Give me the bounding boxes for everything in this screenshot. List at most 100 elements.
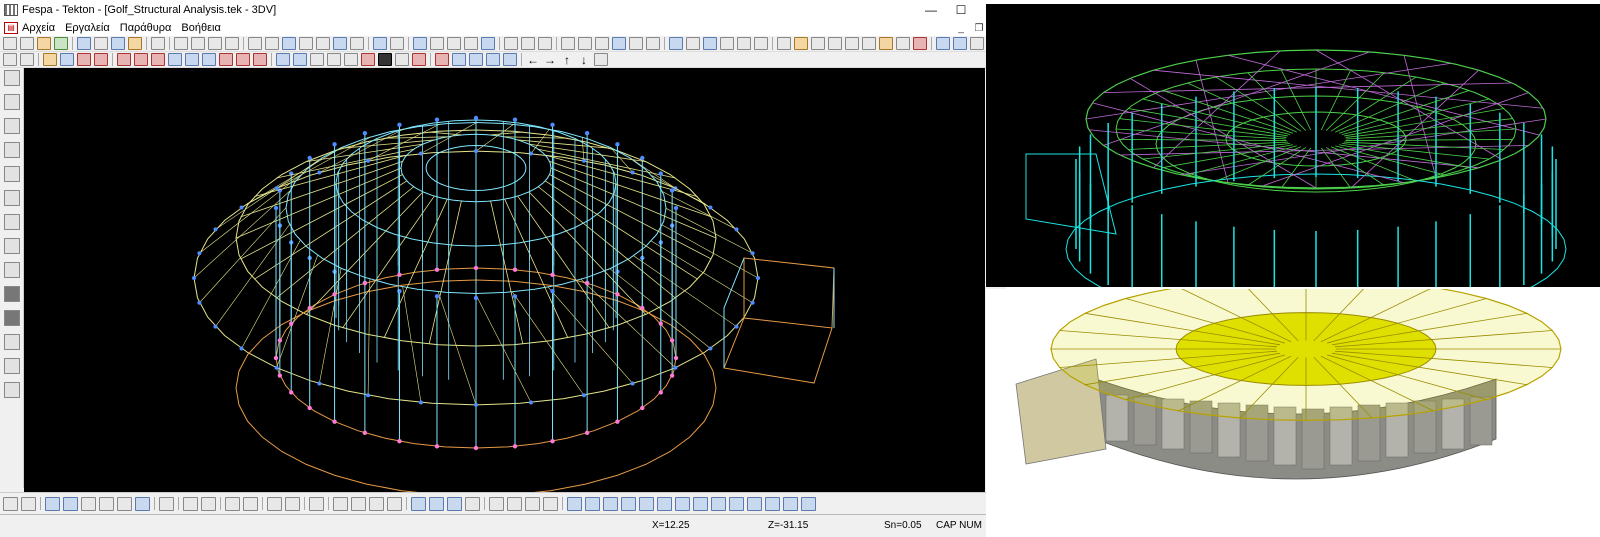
toolbar-button-bottomtools-6[interactable]	[99, 496, 114, 511]
toolbar-button-toolbar1-54[interactable]	[811, 37, 825, 50]
left-tool-button-11[interactable]	[3, 334, 20, 350]
toolbar-button-toolbar1-25[interactable]	[373, 37, 387, 50]
left-tool-button-10[interactable]	[3, 310, 20, 326]
arrow-right-icon[interactable]: →	[543, 53, 557, 67]
toolbar-button-toolbar1-55[interactable]	[828, 37, 842, 50]
toolbar-button-toolbar2-29[interactable]	[452, 53, 466, 66]
left-tool-button-1[interactable]	[3, 94, 20, 110]
toolbar-button-toolbar1-8[interactable]	[128, 37, 142, 50]
toolbar-button-toolbar1-57[interactable]	[862, 37, 876, 50]
toolbar-button-toolbar1-60[interactable]	[913, 37, 927, 50]
toolbar-button-toolbar2-30[interactable]	[469, 53, 483, 66]
toolbar-button-bottomtools-42[interactable]	[639, 496, 654, 511]
toolbar-button-toolbar2-5[interactable]	[77, 53, 91, 66]
toolbar-button-toolbar1-12[interactable]	[174, 37, 188, 50]
toolbar-button-bottomtools-13[interactable]	[201, 496, 216, 511]
toolbar-button-bottomtools-26[interactable]	[387, 496, 402, 511]
toolbar-button-bottomtools-24[interactable]	[351, 496, 366, 511]
toolbar-button-bottomtools-38[interactable]	[567, 496, 582, 511]
toolbar-button-toolbar1-64[interactable]	[970, 37, 984, 50]
left-tool-button-4[interactable]	[3, 166, 20, 182]
toolbar-button-toolbar1-40[interactable]	[595, 37, 609, 50]
arrow-down-icon[interactable]: ↓	[577, 53, 591, 67]
toolbar-button-bottomtools-7[interactable]	[117, 496, 132, 511]
toolbar-button-bottomtools-49[interactable]	[765, 496, 780, 511]
toolbar-button-toolbar1-26[interactable]	[390, 37, 404, 50]
toolbar-button-toolbar1-43[interactable]	[646, 37, 660, 50]
toolbar-button-toolbar1-20[interactable]	[299, 37, 313, 50]
toolbar-button-bottomtools-43[interactable]	[657, 496, 672, 511]
toolbar-button-toolbar1-2[interactable]	[37, 37, 51, 50]
toolbar-button-bottomtools-18[interactable]	[267, 496, 282, 511]
toolbar-button-bottomtools-47[interactable]	[729, 496, 744, 511]
toolbar-button-toolbar2-4[interactable]	[60, 53, 74, 66]
toolbar-button-toolbar1-49[interactable]	[737, 37, 751, 50]
menu-help[interactable]: Βοήθεια	[181, 22, 220, 34]
toolbar-button-toolbar1-6[interactable]	[94, 37, 108, 50]
arrow-up-icon[interactable]: ↑	[560, 53, 574, 67]
toolbar-button-bottomtools-29[interactable]	[429, 496, 444, 511]
toolbar-button-bottomtools-25[interactable]	[369, 496, 384, 511]
toolbar-button-toolbar1-3[interactable]	[54, 37, 68, 50]
toolbar-button-bottomtools-10[interactable]	[159, 496, 174, 511]
pan-tool-button[interactable]	[594, 53, 608, 66]
toolbar-button-toolbar1-46[interactable]	[686, 37, 700, 50]
toolbar-button-bottomtools-40[interactable]	[603, 496, 618, 511]
toolbar-button-toolbar1-53[interactable]	[794, 37, 808, 50]
toolbar-button-toolbar2-19[interactable]	[293, 53, 307, 66]
toolbar-button-toolbar2-13[interactable]	[202, 53, 216, 66]
toolbar-button-bottomtools-44[interactable]	[675, 496, 690, 511]
toolbar-button-toolbar1-48[interactable]	[720, 37, 734, 50]
left-tool-button-6[interactable]	[3, 214, 20, 230]
toolbar-button-toolbar1-18[interactable]	[265, 37, 279, 50]
toolbar-button-bottomtools-51[interactable]	[801, 496, 816, 511]
toolbar-button-toolbar2-10[interactable]	[151, 53, 165, 66]
toolbar-button-toolbar1-39[interactable]	[578, 37, 592, 50]
toolbar-button-bottomtools-36[interactable]	[543, 496, 558, 511]
toolbar-button-toolbar2-25[interactable]	[395, 53, 409, 66]
toolbar-button-bottomtools-21[interactable]	[309, 496, 324, 511]
toolbar-button-bottomtools-41[interactable]	[621, 496, 636, 511]
toolbar-button-bottomtools-31[interactable]	[465, 496, 480, 511]
toolbar-button-toolbar2-32[interactable]	[503, 53, 517, 66]
toolbar-button-toolbar1-56[interactable]	[845, 37, 859, 50]
toolbar-button-toolbar2-28[interactable]	[435, 53, 449, 66]
toolbar-button-bottomtools-23[interactable]	[333, 496, 348, 511]
toolbar-button-bottomtools-50[interactable]	[783, 496, 798, 511]
toolbar-button-bottomtools-1[interactable]	[21, 496, 36, 511]
left-tool-button-8[interactable]	[3, 262, 20, 278]
toolbar-button-toolbar2-6[interactable]	[94, 53, 108, 66]
toolbar-button-toolbar1-30[interactable]	[447, 37, 461, 50]
toolbar-button-toolbar2-11[interactable]	[168, 53, 182, 66]
toolbar-button-bottomtools-15[interactable]	[225, 496, 240, 511]
toolbar-button-bottomtools-48[interactable]	[747, 496, 762, 511]
toolbar-button-toolbar1-21[interactable]	[316, 37, 330, 50]
3d-wireframe-viewport[interactable]	[24, 68, 985, 492]
toolbar-button-toolbar1-32[interactable]	[481, 37, 495, 50]
left-tool-button-12[interactable]	[3, 358, 20, 374]
toolbar-button-toolbar2-20[interactable]	[310, 53, 324, 66]
toolbar-button-toolbar2-14[interactable]	[219, 53, 233, 66]
toolbar-button-toolbar1-34[interactable]	[504, 37, 518, 50]
toolbar-button-toolbar2-15[interactable]	[236, 53, 250, 66]
toolbar-button-toolbar2-16[interactable]	[253, 53, 267, 66]
toolbar-button-toolbar1-5[interactable]	[77, 37, 91, 50]
toolbar-button-toolbar1-58[interactable]	[879, 37, 893, 50]
toolbar-button-toolbar1-47[interactable]	[703, 37, 717, 50]
toolbar-button-toolbar1-62[interactable]	[936, 37, 950, 50]
left-tool-button-3[interactable]	[3, 142, 20, 158]
toolbar-button-toolbar1-13[interactable]	[191, 37, 205, 50]
minimize-button[interactable]: —	[916, 0, 946, 20]
toolbar-button-bottomtools-39[interactable]	[585, 496, 600, 511]
toolbar-button-toolbar1-22[interactable]	[333, 37, 347, 50]
left-tool-button-7[interactable]	[3, 238, 20, 254]
toolbar-button-toolbar1-36[interactable]	[538, 37, 552, 50]
tekton-doc-icon[interactable]: ▤	[4, 22, 18, 34]
toolbar-button-bottomtools-45[interactable]	[693, 496, 708, 511]
toolbar-button-toolbar1-0[interactable]	[3, 37, 17, 50]
toolbar-button-toolbar2-18[interactable]	[276, 53, 290, 66]
toolbar-button-toolbar2-3[interactable]	[43, 53, 57, 66]
menu-windows[interactable]: Παράθυρα	[120, 22, 172, 34]
toolbar-button-toolbar2-24[interactable]	[378, 53, 392, 66]
toolbar-button-bottomtools-4[interactable]	[63, 496, 78, 511]
